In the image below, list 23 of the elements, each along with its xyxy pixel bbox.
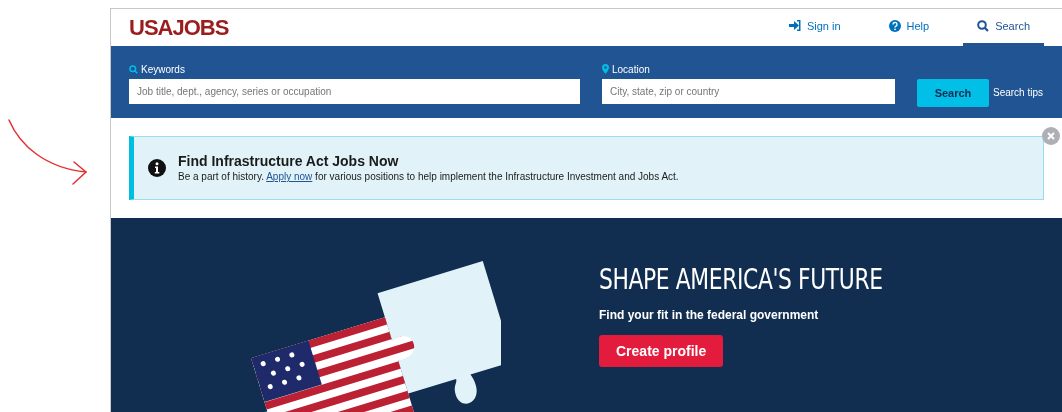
- search-field[interactable]: Job title, dept., agency, series or occupation: [129, 78, 580, 104]
- search-icon: [977, 19, 990, 32]
- hero-title: SHAPE AMERICA'S FUTURE: [599, 262, 883, 298]
- location-pin-icon: [602, 64, 609, 75]
- usajobs-logo[interactable]: USAJOBS: [129, 10, 229, 44]
- sign-in-icon: [788, 20, 801, 32]
- close-icon: [1047, 132, 1055, 141]
- info-icon: [148, 159, 166, 178]
- nav-link[interactable]: Sign in: [774, 9, 855, 46]
- search-tips-link[interactable]: Search tips: [993, 85, 1044, 101]
- help-icon: [888, 19, 901, 32]
- field-label: Location: [612, 62, 650, 77]
- alert-title: Find Infrastructure Act Jobs Now: [178, 152, 400, 171]
- search-field[interactable]: City, state, zip or country: [602, 78, 895, 104]
- search-button[interactable]: Search: [917, 78, 989, 107]
- close-button[interactable]: [1042, 127, 1060, 146]
- search-icon: [129, 64, 138, 74]
- hero-subtitle: Find your fit in the federal government: [599, 307, 819, 324]
- nav-link[interactable]: Help: [874, 9, 944, 46]
- apply-now-link[interactable]: Apply now: [266, 171, 313, 183]
- field-label: Keywords: [141, 62, 185, 77]
- create-profile-button[interactable]: Create profile: [599, 335, 724, 367]
- alert-message: Be a part of history. Apply now for various positions to help implement the Infrastructure Investment and Jobs Act.: [178, 170, 679, 185]
